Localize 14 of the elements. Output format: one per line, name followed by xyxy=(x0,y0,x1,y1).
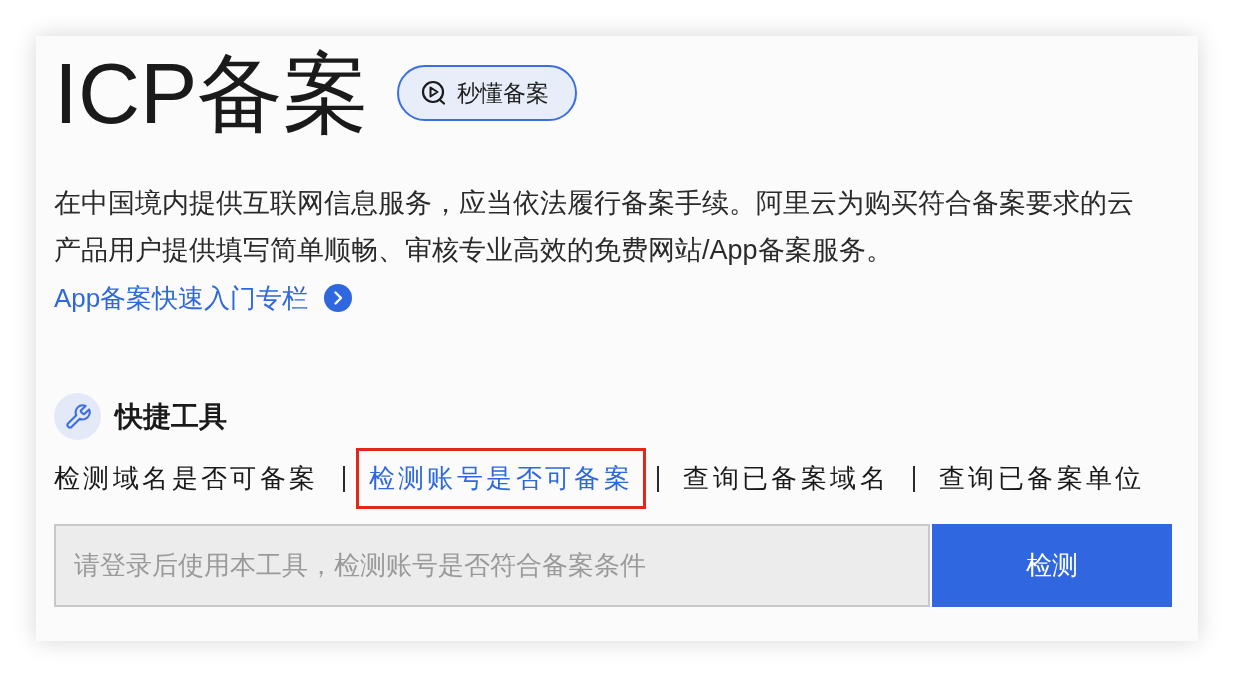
check-button[interactable]: 检测 xyxy=(932,524,1172,607)
tool-tab[interactable]: 检测域名是否可备案 xyxy=(41,448,332,509)
chevron-right-circle-icon xyxy=(324,284,353,312)
wrench-icon xyxy=(54,393,101,440)
tool-tab[interactable]: 查询已备案单位 xyxy=(926,448,1158,509)
guide-link[interactable]: App备案快速入门专栏 xyxy=(54,280,353,316)
tool-tab[interactable]: 检测账号是否可备案 xyxy=(355,448,647,509)
search-field[interactable]: 请登录后使用本工具，检测账号是否符合备案条件 xyxy=(54,524,930,607)
play-circle-icon xyxy=(421,80,448,106)
tool-tab[interactable]: 查询已备案域名 xyxy=(670,448,903,509)
section-heading: 快捷工具 xyxy=(115,399,227,434)
page-title: ICP备案 xyxy=(54,50,370,136)
video-intro-button[interactable]: 秒懂备案 xyxy=(397,65,578,121)
intro-paragraph: 在中国境内提供互联网信息服务，应当依法履行备案手续。阿里云为购买符合备案要求的云产品用户提供填写简单顺畅、审核专业高效的免费网站/App备案服务。 xyxy=(54,187,1135,267)
